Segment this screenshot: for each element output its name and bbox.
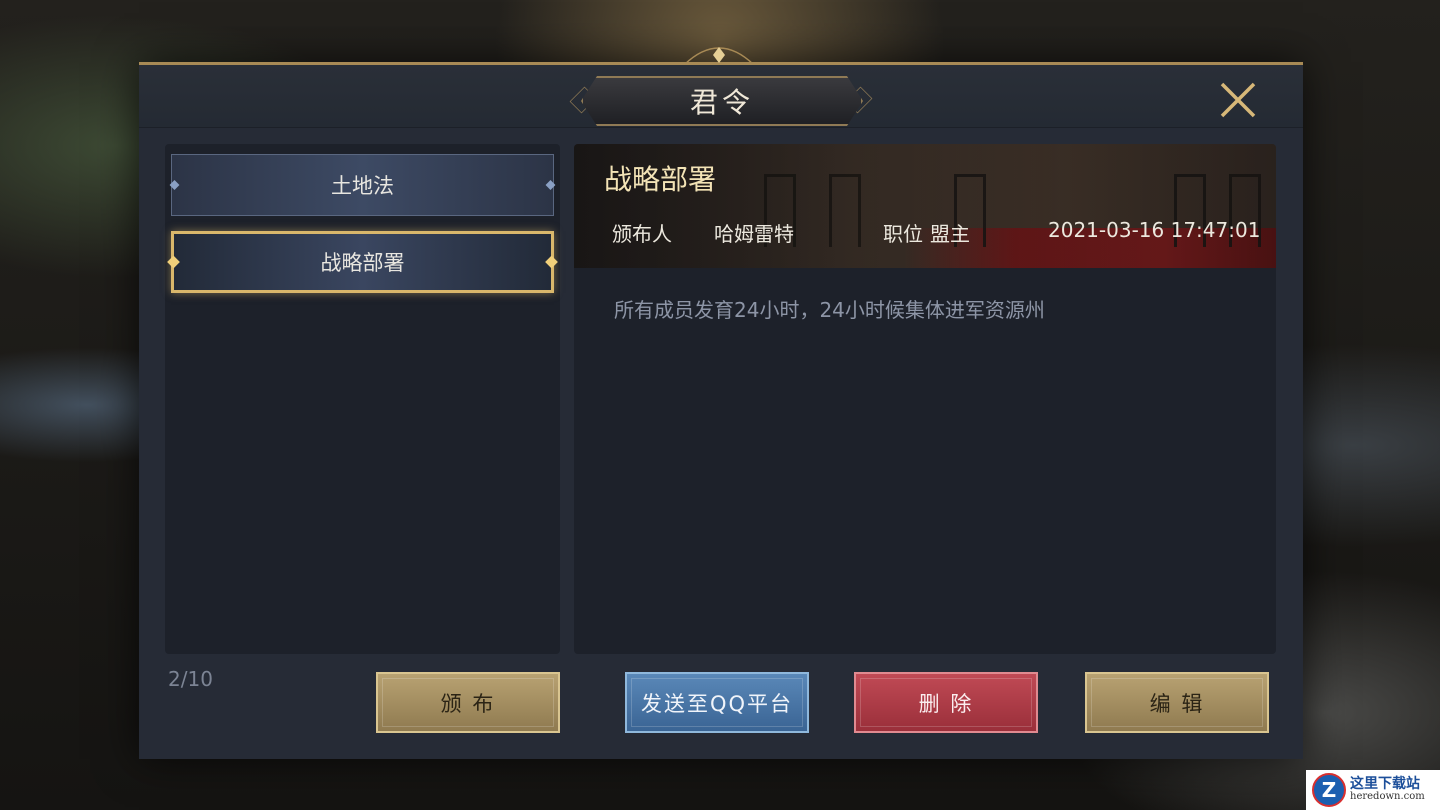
decree-list-item-label: 战略部署 bbox=[320, 251, 405, 275]
title-plate: 君令 bbox=[581, 76, 863, 126]
close-icon[interactable] bbox=[1217, 79, 1259, 121]
decree-title: 战略部署 bbox=[604, 163, 717, 196]
watermark-logo-icon: Z bbox=[1312, 773, 1346, 807]
publish-button-label: 颁 布 bbox=[440, 691, 496, 716]
publisher-name: 哈姆雷特 bbox=[714, 222, 794, 246]
delete-button[interactable]: 删 除 bbox=[854, 672, 1038, 733]
decree-list-item-label: 土地法 bbox=[331, 174, 394, 198]
decree-content: 所有成员发育24小时，24小时候集体进军资源州 bbox=[614, 298, 1045, 322]
decree-timestamp: 2021-03-16 17:47:01 bbox=[1048, 218, 1261, 242]
send-to-qq-button[interactable]: 发送至QQ平台 bbox=[625, 672, 809, 733]
watermark-cn: 这里下载站 bbox=[1350, 776, 1420, 793]
page-count: 2/10 bbox=[168, 667, 213, 691]
decree-list-panel: 土地法 战略部署 bbox=[165, 144, 560, 654]
decree-banner: 战略部署 颁布人 哈姆雷特 职位 盟主 2021-03-16 17:47:01 bbox=[574, 144, 1276, 268]
decree-list-item[interactable]: 土地法 bbox=[169, 154, 556, 216]
watermark-text: 这里下载站 heredown.com bbox=[1350, 777, 1425, 802]
dialog-title: 君令 bbox=[689, 86, 754, 119]
delete-button-label: 删 除 bbox=[918, 691, 974, 716]
site-watermark: Z 这里下载站 heredown.com bbox=[1306, 770, 1440, 810]
watermark-en: heredown.com bbox=[1350, 791, 1425, 803]
publish-button[interactable]: 颁 布 bbox=[376, 672, 560, 733]
send-to-qq-button-label: 发送至QQ平台 bbox=[640, 691, 794, 716]
decree-dialog: 君令 土地法 战略部署 战略部署 颁布人 哈姆雷特 职位 盟主 2021-03-… bbox=[139, 47, 1303, 759]
pin-icon bbox=[545, 180, 556, 190]
position-label: 职位 bbox=[883, 222, 923, 246]
pin-icon bbox=[545, 255, 558, 269]
decree-detail-panel: 战略部署 颁布人 哈姆雷特 职位 盟主 2021-03-16 17:47:01 … bbox=[574, 144, 1276, 654]
publisher-label: 颁布人 bbox=[612, 222, 672, 246]
edit-button[interactable]: 编 辑 bbox=[1085, 672, 1269, 733]
position-value: 盟主 bbox=[930, 222, 970, 246]
pin-icon bbox=[167, 255, 180, 269]
dialog-header: 君令 bbox=[139, 47, 1303, 128]
pin-icon bbox=[169, 180, 180, 190]
top-ornament-icon bbox=[684, 47, 754, 65]
decree-list-item-selected[interactable]: 战略部署 bbox=[167, 231, 558, 293]
edit-button-label: 编 辑 bbox=[1149, 691, 1205, 716]
